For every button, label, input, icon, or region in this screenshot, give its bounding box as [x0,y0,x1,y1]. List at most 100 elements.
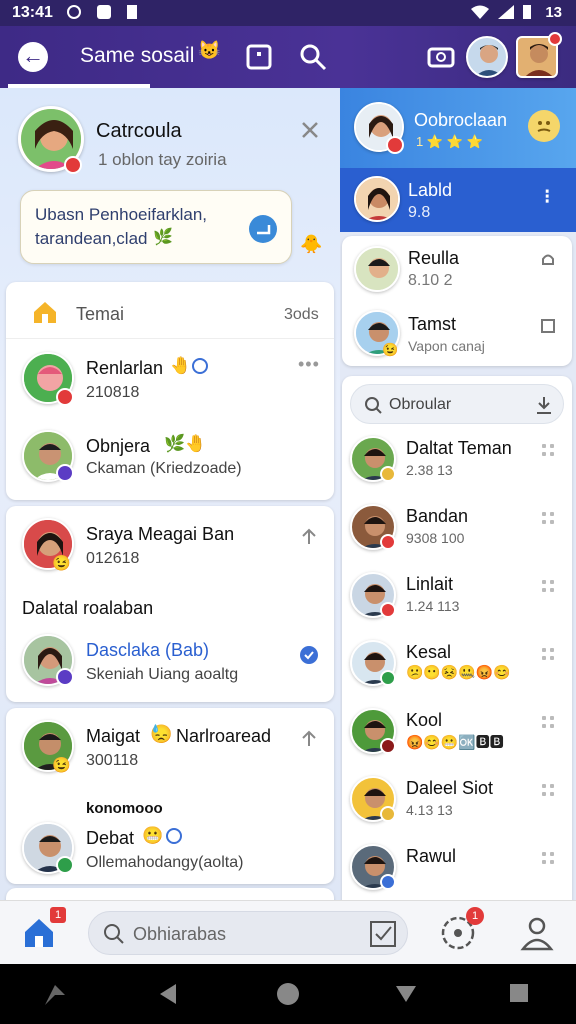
status-badge [380,806,396,822]
status-bar: 13:41 13 [0,0,576,26]
search-icon[interactable] [298,42,328,72]
puzzle-icon[interactable] [538,316,558,336]
search-icon [365,397,382,414]
download-icon[interactable] [535,395,553,415]
file-status-icon [127,5,137,19]
contact-name: Rawul [406,846,457,866]
status-badge [380,738,396,754]
contact-sub: 2.38 13 [406,462,453,478]
emoji-icon: 😬 [142,826,164,845]
checkbox-icon[interactable] [369,920,397,948]
notification-badge [548,32,562,46]
contact-name: Daltat Teman [406,438,512,458]
status-right-text: 13 [545,4,562,21]
more-icon[interactable]: ••• [298,354,320,375]
pin-icon[interactable] [300,528,318,546]
verified-icon [192,358,208,374]
avatar [354,246,400,292]
app-bar: ← Same sosail 😺 [0,26,576,88]
back-arrow-icon[interactable]: ← [18,42,48,72]
drag-handle-icon[interactable] [542,444,556,458]
assistant-icon[interactable] [42,982,68,1008]
person-icon[interactable] [520,915,554,951]
chat-name: Obnjera [86,436,151,456]
chat-card: 😉 Sraya Meagai Ban 012618 Dalatal roalab… [6,506,334,702]
nav-recents-icon[interactable] [508,982,530,1004]
notification-count-badge: 1 [466,907,484,925]
chat-card: Temai 3ods Renlarlan 🤚 210818 ••• Obnjer… [6,282,334,500]
more-vert-icon[interactable]: ⁝ [544,184,550,209]
card-header-title: Temai [76,304,125,324]
nav-back-icon[interactable] [156,982,180,1006]
pin-icon[interactable] [300,730,318,748]
bubble-line-1: Ubasn Penhoeifarklan, [35,205,208,224]
status-emoji-icon: 😉 [52,555,71,572]
contact-name: Linlait [406,574,454,594]
contact-sub: 4.13 13 [406,802,453,818]
nav-down-icon[interactable] [394,984,418,1004]
status-badge [380,670,396,686]
drag-handle-icon[interactable] [542,784,556,798]
chat-name: Maigat [86,726,141,746]
chat-name: Dasclaka (Bab) [86,640,210,660]
chat-sub: Ollemahodangy(aolta) [86,854,244,871]
status-emoji-icon: 😉 [52,757,71,774]
chat-name: Sraya Meagai Ban [86,524,235,544]
status-time: 13:41 [12,4,53,21]
profile-name: Catrcoula [96,120,182,142]
bottom-search-placeholder: Obhiarabas [133,924,227,944]
status-badge [56,856,74,874]
chat-name: Tamst [408,314,457,334]
chat-name: Reulla [408,248,460,268]
left-panel: Catrcoula 1 oblon tay zoiria Ubasn Penho… [0,88,340,900]
chat-sub: Ckaman (Kriedzoade) [86,460,242,477]
chat-sub: 012618 [86,550,140,567]
leaf-emoji-icon: 🌿 [153,229,173,246]
status-badge [380,466,396,482]
bell-icon[interactable] [540,252,556,270]
bottom-search-field[interactable]: Obhiarabas [88,911,408,955]
contact-name: Daleel Siot [406,778,494,798]
switch-camera-icon[interactable] [426,42,456,72]
chat-name: Renlarlan [86,358,164,378]
status-badge [380,874,396,890]
emoji-icon: 😓 [150,724,173,744]
emoji-reaction-icon[interactable] [528,110,560,142]
drag-handle-icon[interactable] [542,512,556,526]
reply-icon[interactable] [249,215,277,243]
contacts-search-field[interactable]: Obroular [350,384,564,424]
chat-sub: 8.10 2 [408,272,453,289]
battery-icon [523,5,531,19]
right-item-selected[interactable]: Labld 9.8 ⁝ [340,168,576,232]
signal-icon [498,5,514,19]
cat-emoji-icon: 😺 [198,40,221,60]
nav-home-icon[interactable] [276,982,300,1006]
contacts-search-placeholder: Obroular [389,396,452,413]
drag-handle-icon[interactable] [542,580,556,594]
right-panel: Oobroclaan 1 ⭐ ⭐ ⭐ Labld 9.8 ⁝ Reulla 8.… [340,88,576,900]
drag-handle-icon[interactable] [542,716,556,730]
emoji-reactions-icon: 😕😶😣🤐😡😊 [406,664,511,680]
emoji-icon: 🌿🤚 [164,434,207,453]
contact-sub: 9308 100 [406,530,465,546]
chat-card-partial [6,888,334,900]
drag-handle-icon[interactable] [542,852,556,866]
right-item-active[interactable]: Oobroclaan 1 ⭐ ⭐ ⭐ [340,88,576,168]
contact-name: Bandan [406,506,469,526]
status-emoji-icon: 😉 [382,342,399,357]
status-badge [56,668,74,686]
contact-sub: 1.24 113 [406,598,460,614]
contacts-card: Obroular Daltat Teman 2.38 13 Bandan 9308 1… [342,376,572,900]
home-folder-icon [34,302,56,323]
app-root: 13:41 13 ← Same sosail 😺 Catrcoula 1 obl… [0,0,576,1024]
drag-handle-icon[interactable] [542,648,556,662]
message-bubble[interactable]: Ubasn Penhoeifarklan, tarandean,clad 🌿 [20,190,292,264]
verified-icon [166,828,182,844]
contact-name: Kool [406,710,443,730]
stop-square-icon[interactable] [244,42,274,72]
close-icon[interactable] [300,120,320,140]
sparkle-emoji-icon: 🐥 [300,234,323,254]
profile-subtitle: 1 oblon tay zoiria [98,150,227,169]
pinned-card: Reulla 8.10 2 😉 Tamst Vapon canaj [342,236,572,366]
account-avatar[interactable] [466,36,508,78]
